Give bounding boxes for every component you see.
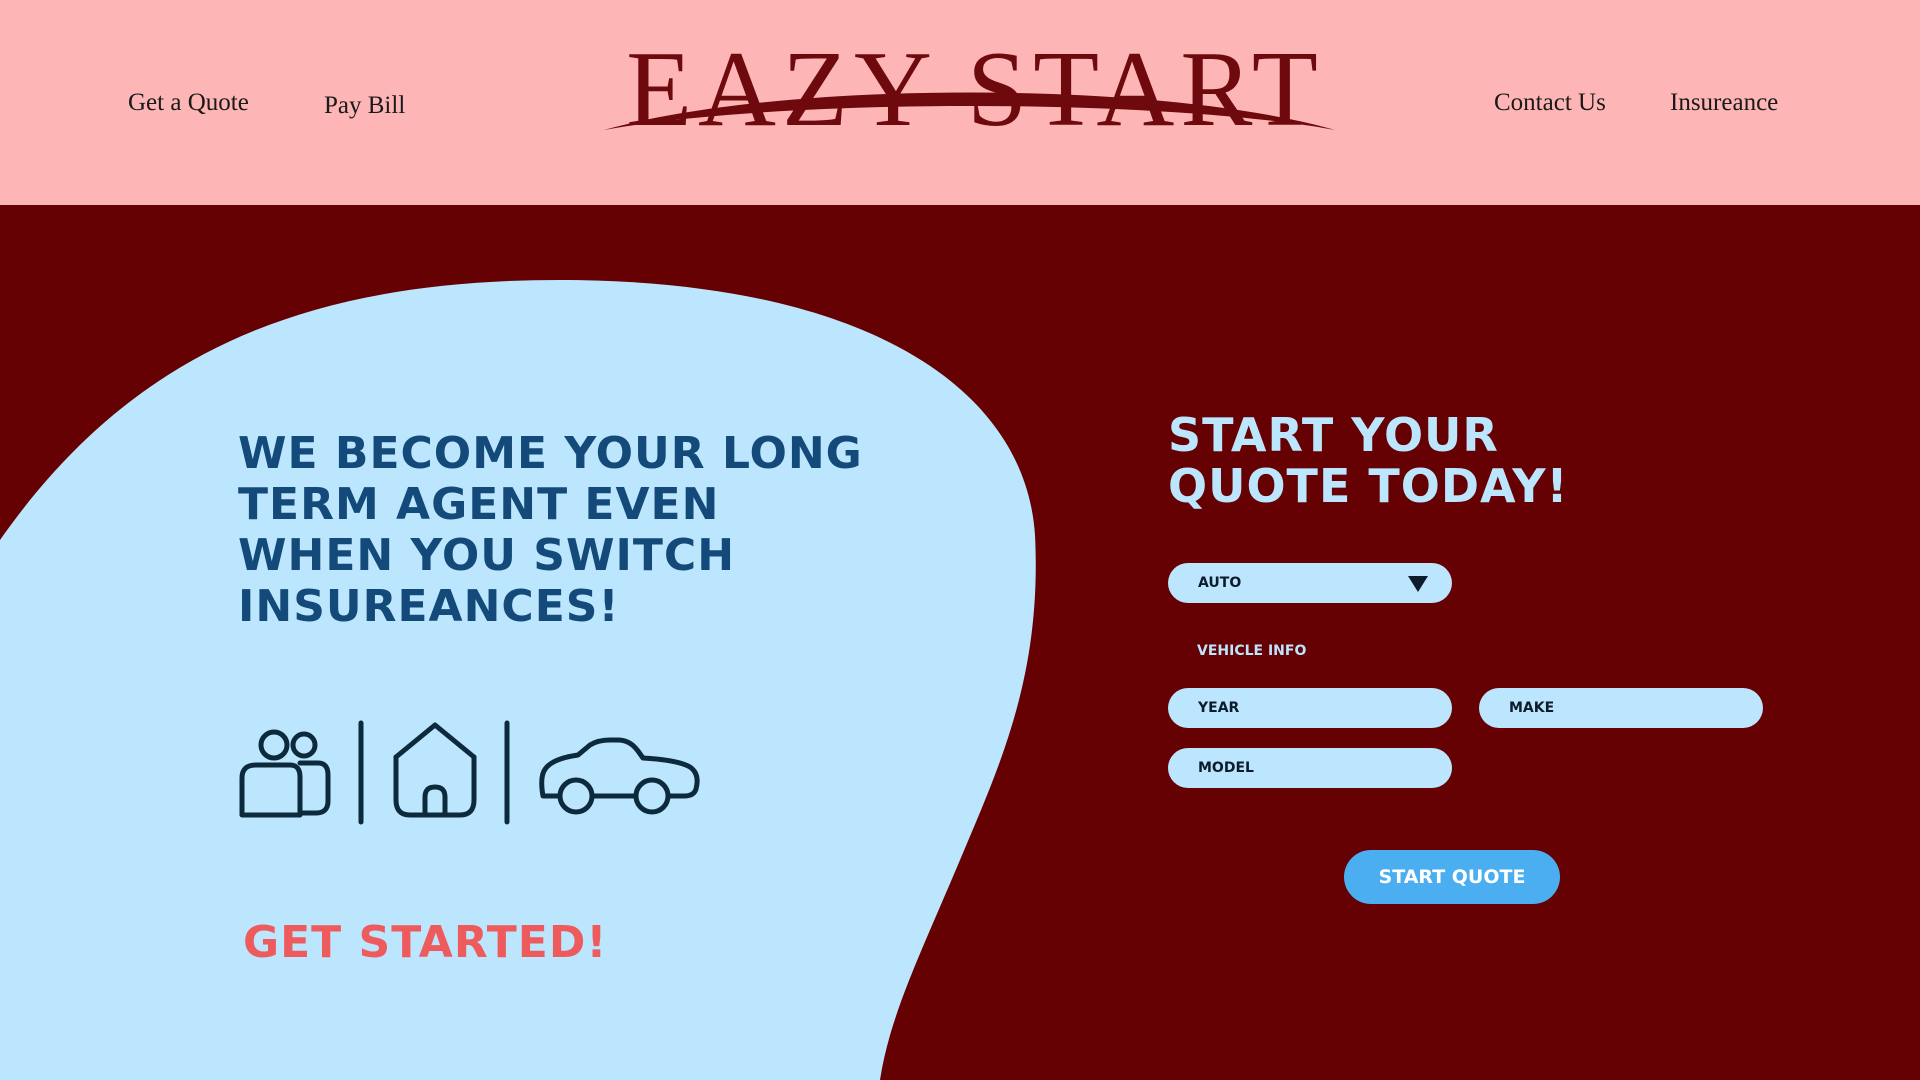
year-field-label: YEAR	[1198, 700, 1240, 716]
form-title: START YOUR QUOTE TODAY!	[1168, 408, 1569, 513]
model-field-label: MODEL	[1198, 760, 1254, 776]
dropdown-arrow-icon	[1408, 576, 1428, 592]
insurance-type-value: AUTO	[1198, 575, 1242, 591]
start-quote-button[interactable]: START QUOTE	[1344, 850, 1560, 904]
model-field[interactable]: MODEL	[1168, 748, 1452, 788]
year-field[interactable]: YEAR	[1168, 688, 1452, 728]
nav-get-a-quote[interactable]: Get a Quote	[128, 89, 249, 117]
insurance-type-select[interactable]: AUTO	[1168, 563, 1452, 603]
hero-headline: WE BECOME YOUR LONG TERM AGENT EVEN WHEN…	[238, 428, 863, 632]
site-header: Get a Quote Pay Bill EAZY START Contact …	[0, 0, 1920, 205]
nav-pay-bill[interactable]: Pay Bill	[324, 92, 405, 120]
nav-contact-us[interactable]: Contact Us	[1494, 89, 1606, 117]
logo-swoosh	[604, 92, 1335, 130]
family-icon	[239, 729, 331, 818]
nav-insurance[interactable]: Insureance	[1670, 89, 1778, 117]
get-started-link[interactable]: GET STARTED!	[243, 917, 607, 968]
car-icon	[539, 737, 700, 815]
vehicle-info-label: VEHICLE INFO	[1197, 643, 1307, 659]
make-field[interactable]: MAKE	[1479, 688, 1763, 728]
logo[interactable]: EAZY START	[600, 36, 1350, 144]
coverage-icons	[239, 720, 700, 825]
house-icon	[393, 722, 477, 818]
make-field-label: MAKE	[1509, 700, 1555, 716]
